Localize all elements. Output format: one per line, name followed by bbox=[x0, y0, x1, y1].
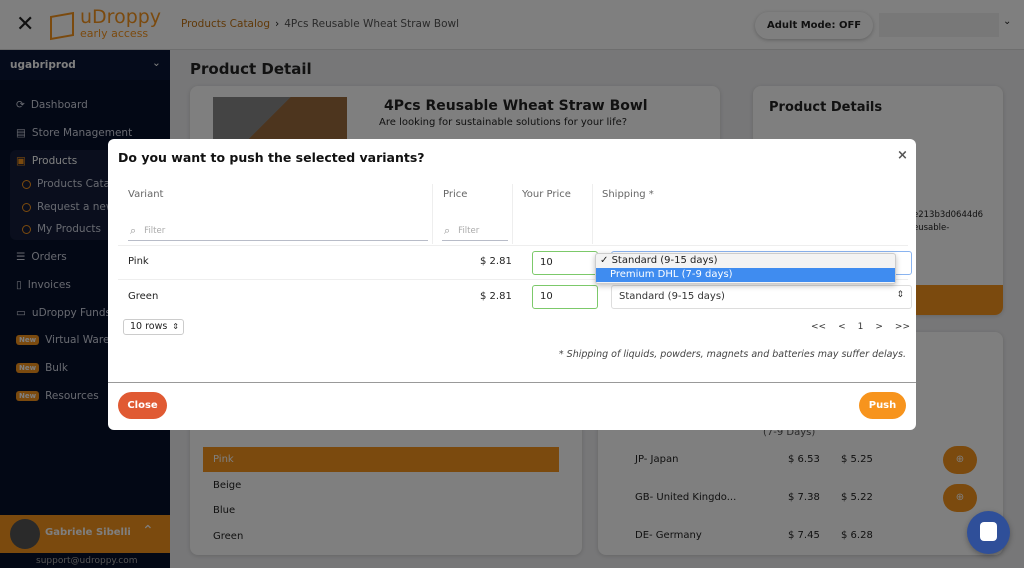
variant-name: Pink bbox=[128, 256, 149, 267]
next-page-button[interactable]: > bbox=[875, 322, 883, 332]
dropdown-option-standard[interactable]: ✓ Standard (9-15 days) bbox=[596, 254, 895, 268]
select-arrows-icon: ⇕ bbox=[896, 290, 904, 300]
shipping-select[interactable]: Standard (9-15 days) ⇕ bbox=[611, 285, 912, 309]
column-header-price[interactable]: Price bbox=[443, 189, 467, 200]
shipping-note: * Shipping of liquids, powders, magnets … bbox=[558, 349, 906, 360]
label: Standard (9-15 days) bbox=[611, 255, 718, 266]
close-icon[interactable]: × bbox=[897, 148, 908, 163]
select-arrows-icon: ⇕ bbox=[172, 322, 179, 331]
label: Premium DHL (7-9 days) bbox=[610, 269, 733, 280]
pagination: << < 1 > >> bbox=[811, 322, 910, 332]
chat-button[interactable] bbox=[967, 511, 1010, 554]
search-icon: ⌕ bbox=[444, 223, 451, 237]
first-page-button[interactable]: << bbox=[811, 322, 826, 332]
current-page[interactable]: 1 bbox=[858, 322, 864, 332]
column-header-your-price: Your Price bbox=[522, 189, 571, 200]
last-page-button[interactable]: >> bbox=[895, 322, 910, 332]
variant-price: $ 2.81 bbox=[480, 256, 512, 267]
selected-value: Standard (9-15 days) bbox=[619, 291, 725, 302]
dropdown-option-premium-dhl[interactable]: Premium DHL (7-9 days) bbox=[596, 268, 895, 282]
your-price-input[interactable]: 10 bbox=[532, 251, 598, 275]
chat-icon bbox=[980, 522, 997, 541]
prev-page-button[interactable]: < bbox=[838, 322, 846, 332]
push-button[interactable]: Push bbox=[859, 392, 906, 419]
column-header-shipping: Shipping * bbox=[602, 189, 654, 200]
table-row: Green $ 2.81 10 Standard (9-15 days) ⇕ bbox=[118, 279, 912, 313]
rows-per-page-select[interactable]: 10 rows ⇕ bbox=[123, 319, 184, 335]
divider bbox=[108, 382, 916, 383]
search-icon: ⌕ bbox=[130, 223, 137, 237]
label: 10 rows bbox=[130, 321, 168, 332]
column-header-variant[interactable]: Variant bbox=[128, 189, 163, 200]
check-icon: ✓ bbox=[600, 255, 609, 266]
push-variants-modal: Do you want to push the selected variant… bbox=[108, 139, 916, 430]
shipping-dropdown: ✓ Standard (9-15 days) Premium DHL (7-9 … bbox=[595, 253, 896, 284]
your-price-input[interactable]: 10 bbox=[532, 285, 598, 309]
placeholder: Filter bbox=[458, 225, 480, 236]
price-filter-input[interactable]: ⌕ Filter bbox=[442, 221, 508, 241]
placeholder: Filter bbox=[144, 225, 166, 236]
close-button[interactable]: Close bbox=[118, 392, 167, 419]
variant-price: $ 2.81 bbox=[480, 291, 512, 302]
variant-name: Green bbox=[128, 291, 159, 302]
variant-filter-input[interactable]: ⌕ Filter bbox=[128, 221, 428, 241]
modal-title: Do you want to push the selected variant… bbox=[118, 150, 425, 165]
